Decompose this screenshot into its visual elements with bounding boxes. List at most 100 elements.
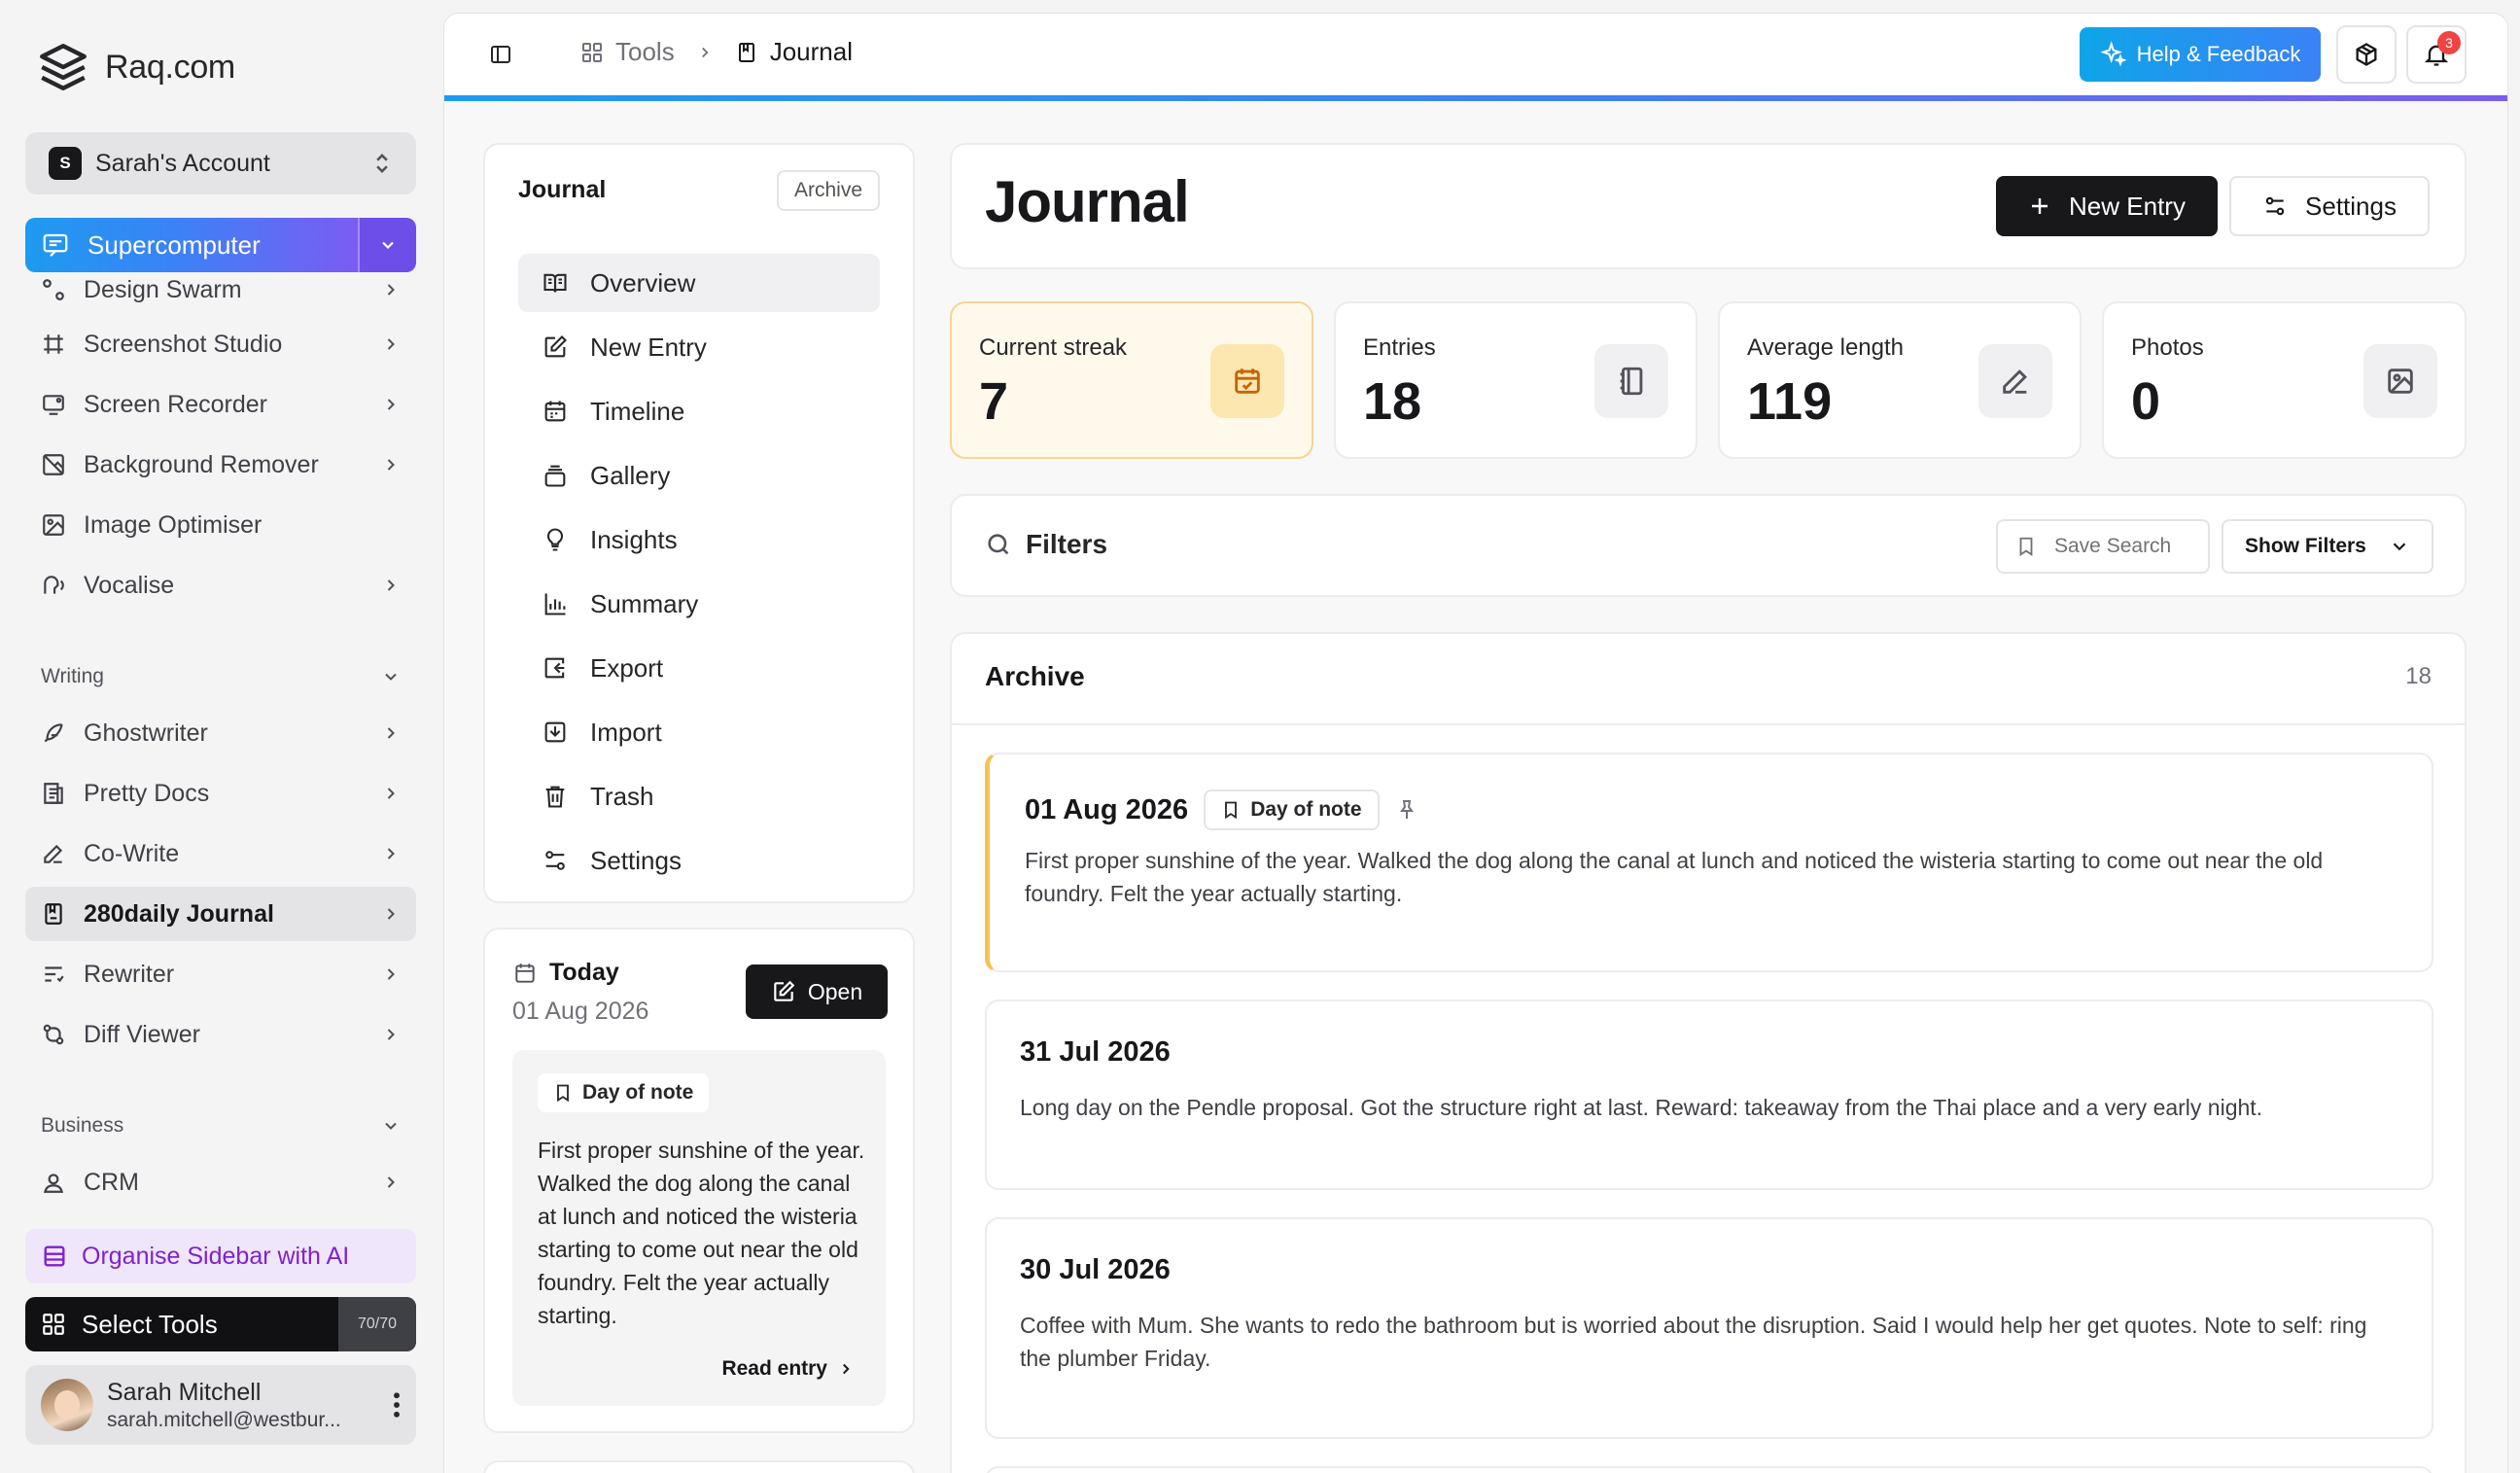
journal-nav-card: Journal Archive Overview New Entry Timel… — [483, 143, 915, 903]
chevron-right-icon — [387, 284, 395, 296]
filters-label: Filters — [1026, 529, 1108, 559]
pen-icon — [41, 841, 70, 866]
bar-chart-icon — [544, 593, 566, 615]
chevron-right-icon — [387, 1176, 395, 1188]
sidebar-item-co-write[interactable]: Co-Write — [25, 826, 416, 881]
journal-header-card: Journal New Entry Settings — [950, 143, 2467, 269]
help-label: Help & Feedback — [2136, 42, 2301, 66]
chevron-right-icon — [387, 338, 395, 350]
journal-nav-import[interactable]: Import — [518, 703, 880, 761]
journal-nav-new-entry[interactable]: New Entry — [518, 318, 880, 376]
calendar-check-icon — [1210, 344, 1284, 418]
more-vertical-icon[interactable] — [393, 1392, 401, 1418]
save-search-button[interactable]: Save Search — [1996, 519, 2210, 574]
show-filters-label: Show Filters — [2245, 535, 2366, 557]
sidebar-item-label: Screen Recorder — [84, 390, 267, 418]
settings-sliders-icon — [2265, 196, 2285, 216]
text-lines-icon — [41, 962, 70, 987]
journal-nav-export[interactable]: Export — [518, 639, 880, 697]
sparkles-icon — [2099, 41, 2127, 67]
show-filters-dropdown[interactable]: Show Filters — [2222, 519, 2433, 574]
journal-nav-summary[interactable]: Summary — [518, 575, 880, 633]
bookmark-icon — [557, 1084, 569, 1103]
journal-icon — [41, 901, 70, 927]
screen-record-icon — [41, 392, 70, 417]
new-entry-button[interactable]: New Entry — [1996, 176, 2218, 236]
sidebar-item-label: Ghostwriter — [84, 719, 208, 747]
chip-label: Day of note — [582, 1081, 694, 1104]
supercomputer-main[interactable]: Supercomputer — [25, 218, 358, 272]
grid-icon — [582, 42, 602, 62]
help-feedback-button[interactable]: Help & Feedback — [2080, 27, 2321, 82]
edit-icon — [544, 335, 567, 358]
chevron-right-icon — [387, 908, 395, 920]
bookmark-icon — [2019, 537, 2033, 556]
chevron-right-icon — [387, 727, 395, 739]
layers-logo-icon — [40, 44, 87, 90]
journal-nav-settings[interactable]: Settings — [518, 831, 880, 890]
speech-icon — [41, 573, 70, 598]
sidebar-item-image-optimiser[interactable]: Image Optimiser — [25, 498, 416, 552]
sidebar-item-280daily-journal[interactable]: 280daily Journal — [25, 887, 416, 941]
pin-icon[interactable] — [1395, 798, 1418, 822]
topbar: Tools Journal Help & Feedback 3 — [444, 14, 2507, 97]
user-profile[interactable]: Sarah Mitchell sarah.mitchell@westbur... — [25, 1365, 416, 1445]
journal-nav-timeline[interactable]: Timeline — [518, 382, 880, 440]
sidebar-item-ghostwriter[interactable]: Ghostwriter — [25, 706, 416, 760]
today-entry-preview[interactable]: Day of note First proper sunshine of the… — [512, 1050, 886, 1406]
sidebar-item-crm[interactable]: CRM — [25, 1155, 416, 1210]
sidebar-item-screenshot-studio[interactable]: Screenshot Studio — [25, 317, 416, 371]
breadcrumb-current: Journal — [769, 37, 853, 66]
supercomputer-button[interactable]: Supercomputer — [25, 218, 416, 272]
entry-text: Coffee with Mum. She wants to redo the b… — [1020, 1313, 2367, 1371]
read-entry-link[interactable]: Read entry — [721, 1357, 855, 1381]
archive-entry[interactable]: 31 Jul 2026 Long day on the Pendle propo… — [985, 1000, 2433, 1190]
lightbulb-icon — [546, 528, 564, 551]
select-tools-count: 70/70 — [338, 1297, 416, 1351]
diff-icon — [41, 1022, 70, 1047]
entry-date: 01 Aug 2026 — [1025, 793, 1189, 825]
sidebar-item-diff-viewer[interactable]: Diff Viewer — [25, 1007, 416, 1062]
stat-label: Entries — [1363, 334, 1436, 361]
journal-nav-trash[interactable]: Trash — [518, 767, 880, 825]
organise-sidebar-button[interactable]: Organise Sidebar with AI — [25, 1229, 416, 1283]
section-label: Business — [41, 1114, 124, 1137]
account-switcher[interactable]: S Sarah's Account — [25, 132, 416, 194]
sidebar-item-pretty-docs[interactable]: Pretty Docs — [25, 766, 416, 821]
journal-nav-insights[interactable]: Insights — [518, 510, 880, 569]
archive-title: Archive — [985, 661, 1085, 691]
notifications-button[interactable]: 3 — [2406, 25, 2467, 84]
supercomputer-dropdown[interactable] — [358, 218, 416, 272]
sidebar-item-background-remover[interactable]: Background Remover — [25, 438, 416, 492]
sidebar-item-vocalise[interactable]: Vocalise — [25, 558, 416, 613]
settings-button[interactable]: Settings — [2229, 176, 2430, 236]
sidebar-item-label: Diff Viewer — [84, 1020, 200, 1048]
open-today-button[interactable]: Open — [746, 964, 888, 1019]
package-icon — [2356, 43, 2377, 66]
journal-nav-title: Journal — [518, 176, 607, 203]
journal-nav-overview[interactable]: Overview — [518, 254, 880, 312]
journal-nav-gallery[interactable]: Gallery — [518, 446, 880, 505]
stat-value: 119 — [1747, 372, 1833, 431]
breadcrumb-tools[interactable]: Tools — [615, 37, 675, 67]
contact-icon — [41, 1170, 70, 1195]
brand-logo[interactable]: Raq.com — [35, 39, 235, 95]
chevron-right-icon — [387, 968, 395, 980]
chevron-right-icon — [387, 399, 395, 410]
sidebar-item-rewriter[interactable]: Rewriter — [25, 947, 416, 1001]
open-label: Open — [807, 978, 863, 1004]
calendar-icon — [515, 963, 535, 983]
brand-name: Raq.com — [105, 48, 235, 86]
frame-icon — [41, 332, 70, 357]
archive-entry-partial[interactable] — [985, 1466, 2433, 1473]
section-business[interactable]: Business — [41, 1114, 401, 1138]
archive-link[interactable]: Archive — [776, 170, 880, 211]
archive-entry[interactable]: 30 Jul 2026 Coffee with Mum. She wants t… — [985, 1217, 2433, 1439]
archive-entry[interactable]: 01 Aug 2026 Day of note First proper sun… — [985, 753, 2433, 972]
sidebar-item-screen-recorder[interactable]: Screen Recorder — [25, 377, 416, 432]
section-writing[interactable]: Writing — [41, 665, 401, 688]
bookmark-icon — [1225, 801, 1238, 820]
package-button[interactable] — [2336, 25, 2397, 84]
select-tools-button[interactable]: Select Tools 70/70 — [25, 1297, 416, 1351]
sidebar-toggle-icon[interactable] — [489, 43, 512, 66]
